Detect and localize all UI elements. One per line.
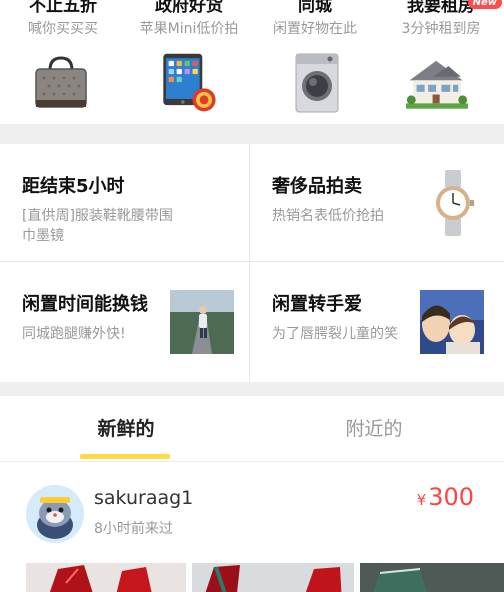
category-local[interactable]: 同城 闲置好物在此 <box>252 0 378 124</box>
tab-nearby[interactable]: 附近的 <box>248 414 500 441</box>
tab-fresh[interactable]: 新鲜的 <box>0 414 252 441</box>
item-photo[interactable] <box>192 563 354 592</box>
promo-description: 热销名表低价抢拍 <box>272 208 384 224</box>
child-photo <box>420 290 484 354</box>
item-price: ¥300 <box>417 483 474 511</box>
currency-symbol: ¥ <box>416 491 427 509</box>
promo-description: 同城跑腿赚外快! <box>22 326 126 342</box>
promo-title: 奢侈品拍卖 <box>272 176 362 197</box>
category-rent[interactable]: 我要租房 New 3分钟租到房 <box>378 0 504 124</box>
category-subtitle: 喊你买买买 <box>28 21 98 37</box>
category-subtitle: 苹果Mini低价拍 <box>139 21 239 37</box>
handbag-icon <box>35 56 87 108</box>
item-photo[interactable] <box>26 563 186 592</box>
category-subtitle: 3分钟租到房 <box>401 21 481 37</box>
grid-divider-horizontal <box>0 261 504 262</box>
promo-title: 闲置时间能换钱 <box>22 294 148 315</box>
section-divider <box>0 124 504 144</box>
price-value: 300 <box>428 483 474 511</box>
last-seen-time: 8小时前来过 <box>94 521 173 537</box>
seal-avatar-icon <box>26 485 84 543</box>
item-photo[interactable] <box>360 563 504 592</box>
category-title: 同城 <box>298 0 332 16</box>
category-title: 政府好货 <box>155 0 223 16</box>
category-title: 不止五折 <box>29 0 97 16</box>
promo-title: 闲置转手爱 <box>272 294 362 315</box>
feed-tabs: 新鲜的 附近的 <box>0 396 504 462</box>
promo-luxury-auction[interactable]: 奢侈品拍卖 热销名表低价抢拍 <box>250 144 502 263</box>
grid-divider-vertical <box>249 144 250 382</box>
category-strip: 不止五折 喊你买买买 政府好货 苹果Mini低价拍 同城 闲置好物在此 我要租房… <box>0 0 504 124</box>
promo-errand[interactable]: 闲置时间能换钱 同城跑腿赚外快! <box>0 262 252 381</box>
new-badge: New <box>467 0 502 9</box>
section-divider <box>0 382 504 396</box>
listing-card[interactable]: sakuraag1 8小时前来过 ¥300 <box>0 463 504 592</box>
watch-icon <box>436 170 474 236</box>
avatar[interactable] <box>26 485 84 543</box>
promo-description: 为了唇腭裂儿童的笑 <box>272 326 398 342</box>
active-tab-indicator <box>80 454 170 459</box>
promo-charity[interactable]: 闲置转手爱 为了唇腭裂儿童的笑 <box>250 262 502 381</box>
washing-machine-icon <box>295 53 339 113</box>
seller-username[interactable]: sakuraag1 <box>94 487 193 509</box>
category-discount[interactable]: 不止五折 喊你买买买 <box>0 0 126 124</box>
ipad-icon <box>163 53 216 112</box>
category-subtitle: 闲置好物在此 <box>273 21 357 37</box>
runner-photo <box>170 290 234 354</box>
promo-description: [直供周]服装鞋靴腰带围巾墨镜 <box>22 208 173 244</box>
house-icon <box>406 60 468 109</box>
promo-flash-sale[interactable]: 距结束5小时 [直供周]服装鞋靴腰带围巾墨镜 <box>0 144 252 263</box>
category-gov-goods[interactable]: 政府好货 苹果Mini低价拍 <box>126 0 252 124</box>
promo-grid: 距结束5小时 [直供周]服装鞋靴腰带围巾墨镜 奢侈品拍卖 热销名表低价抢拍 闲置… <box>0 144 504 382</box>
promo-title: 距结束5小时 <box>22 176 125 197</box>
